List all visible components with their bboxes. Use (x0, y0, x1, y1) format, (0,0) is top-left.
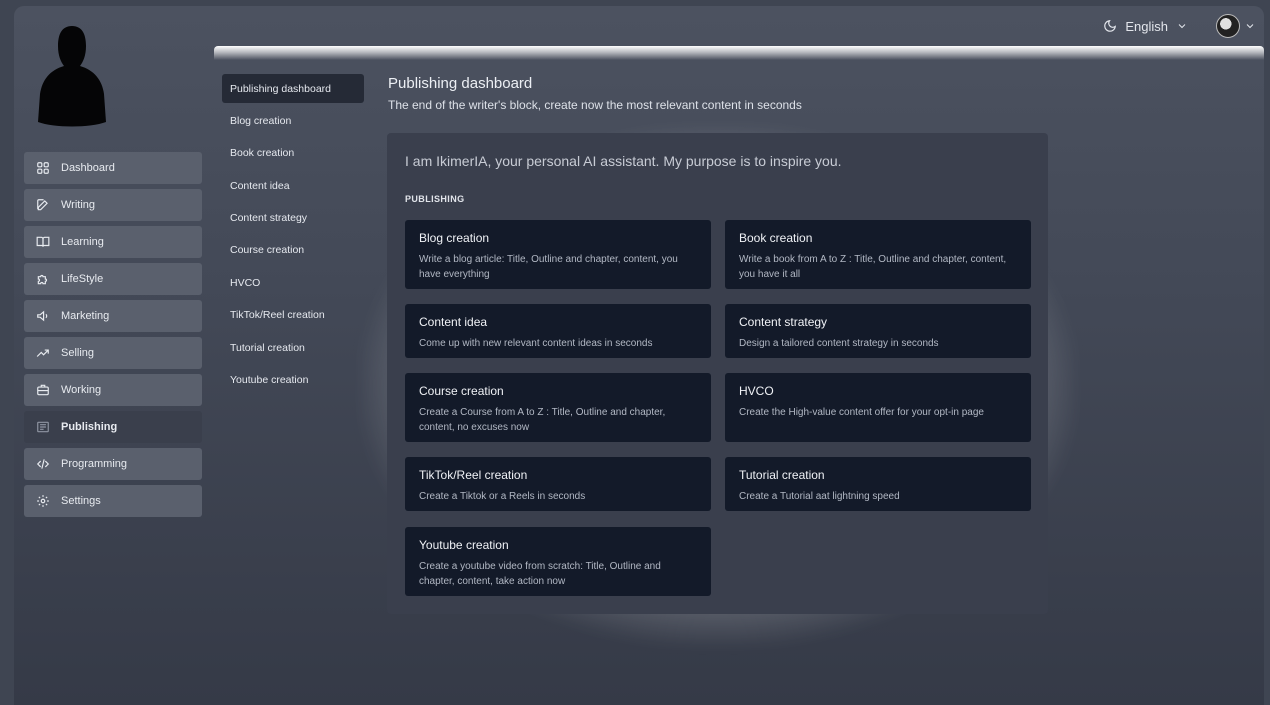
language-selector[interactable]: English (1103, 19, 1188, 34)
newspaper-icon (35, 419, 51, 435)
card-description: Create a youtube video from scratch: Tit… (419, 561, 661, 587)
trend-icon (35, 345, 51, 361)
sidebar-item-label: Publishing (61, 421, 118, 433)
code-icon (35, 456, 51, 472)
subnav-item-course-creation[interactable]: Course creation (222, 236, 364, 265)
card-title: Course creation (419, 384, 504, 398)
card-description: Create a Course from A to Z : Title, Out… (419, 407, 666, 433)
sidebar-item-publishing[interactable]: Publishing (24, 411, 202, 443)
language-label: English (1125, 18, 1168, 34)
card-title: Content idea (419, 315, 488, 329)
sidebar-item-settings[interactable]: Settings (24, 485, 202, 517)
card-title: Tutorial creation (739, 468, 825, 482)
subnav-item-youtube-creation[interactable]: Youtube creation (222, 366, 364, 395)
subnav-item-content-idea[interactable]: Content idea (222, 171, 364, 200)
sidebar-item-label: Writing (61, 199, 96, 211)
card-description: Come up with new relevant content ideas … (419, 338, 653, 349)
section-heading: PUBLISHING (405, 194, 465, 204)
card-hvco[interactable]: HVCO Create the High-value content offer… (725, 373, 1031, 442)
page-title: Publishing dashboard (388, 75, 533, 92)
sidebar-item-label: Settings (61, 495, 101, 507)
subnav-item-blog-creation[interactable]: Blog creation (222, 106, 364, 135)
sidebar-item-label: Marketing (61, 310, 110, 322)
subnav-item-tutorial-creation[interactable]: Tutorial creation (222, 333, 364, 362)
card-book-creation[interactable]: Book creation Write a book from A to Z :… (725, 220, 1031, 289)
content-top-glow (214, 46, 1264, 60)
publishing-subnav: Publishing dashboard Blog creation Book … (222, 74, 364, 398)
sidebar-item-label: Working (61, 384, 102, 396)
card-course-creation[interactable]: Course creation Create a Course from A t… (405, 373, 711, 442)
top-bar: English (1103, 14, 1256, 38)
subnav-item-hvco[interactable]: HVCO (222, 268, 364, 297)
card-title: Youtube creation (419, 538, 509, 552)
subnav-item-tiktok-reel-creation[interactable]: TikTok/Reel creation (222, 301, 364, 330)
subnav-item-book-creation[interactable]: Book creation (222, 139, 364, 168)
sidebar-item-label: Selling (61, 347, 95, 359)
publishing-panel: I am IkimerIA, your personal AI assistan… (387, 133, 1048, 614)
card-title: Content strategy (739, 315, 828, 329)
card-content-strategy[interactable]: Content strategy Design a tailored conte… (725, 304, 1031, 358)
chevron-down-icon (1246, 24, 1254, 29)
subnav-item-publishing-dashboard[interactable]: Publishing dashboard (222, 74, 364, 103)
chevron-down-icon (1178, 24, 1186, 29)
card-description: Design a tailored content strategy in se… (739, 338, 939, 349)
moon-icon[interactable] (1103, 19, 1117, 33)
grid-icon (35, 160, 51, 176)
card-content-idea[interactable]: Content idea Come up with new relevant c… (405, 304, 711, 358)
card-description: Write a book from A to Z : Title, Outlin… (739, 254, 1007, 280)
sidebar-item-working[interactable]: Working (24, 374, 202, 406)
sidebar-item-label: LifeStyle (61, 273, 104, 285)
sidebar-item-marketing[interactable]: Marketing (24, 300, 202, 332)
avatar[interactable] (1216, 14, 1240, 38)
gear-icon (35, 493, 51, 509)
sidebar-item-dashboard[interactable]: Dashboard (24, 152, 202, 184)
card-youtube-creation[interactable]: Youtube creation Create a youtube video … (405, 527, 711, 596)
puzzle-icon (35, 271, 51, 287)
card-blog-creation[interactable]: Blog creation Write a blog article: Titl… (405, 220, 711, 289)
sidebar-item-writing[interactable]: Writing (24, 189, 202, 221)
user-menu[interactable] (1216, 14, 1256, 38)
book-icon (35, 234, 51, 250)
edit-icon (35, 197, 51, 213)
sidebar-item-label: Programming (61, 458, 128, 470)
briefcase-icon (35, 382, 51, 398)
card-tiktok-reel-creation[interactable]: TikTok/Reel creation Create a Tiktok or … (405, 457, 711, 511)
megaphone-icon (35, 308, 51, 324)
sidebar-item-label: Dashboard (61, 162, 115, 174)
subnav-item-content-strategy[interactable]: Content strategy (222, 204, 364, 233)
assistant-intro: I am IkimerIA, your personal AI assistan… (405, 153, 842, 169)
card-description: Create a Tiktok or a Reels in seconds (419, 491, 586, 502)
card-title: HVCO (739, 384, 774, 398)
sidebar-item-label: Learning (61, 236, 104, 248)
sidebar-item-lifestyle[interactable]: LifeStyle (24, 263, 202, 295)
card-title: TikTok/Reel creation (419, 468, 528, 482)
page-subtitle: The end of the writer's block, create no… (388, 98, 802, 112)
sidebar-item-programming[interactable]: Programming (24, 448, 202, 480)
card-tutorial-creation[interactable]: Tutorial creation Create a Tutorial aat … (725, 457, 1031, 511)
sidebar: Dashboard Writing Learning LifeStyle Mar… (24, 152, 202, 522)
card-description: Create the High-value content offer for … (739, 407, 984, 418)
profile-silhouette (38, 26, 106, 127)
sidebar-item-selling[interactable]: Selling (24, 337, 202, 369)
card-description: Write a blog article: Title, Outline and… (419, 254, 678, 280)
card-title: Book creation (739, 231, 813, 245)
card-title: Blog creation (419, 231, 490, 245)
card-description: Create a Tutorial aat lightning speed (739, 491, 900, 502)
sidebar-item-learning[interactable]: Learning (24, 226, 202, 258)
app-window: English Dashboard Writing Learning LifeS… (14, 6, 1264, 705)
